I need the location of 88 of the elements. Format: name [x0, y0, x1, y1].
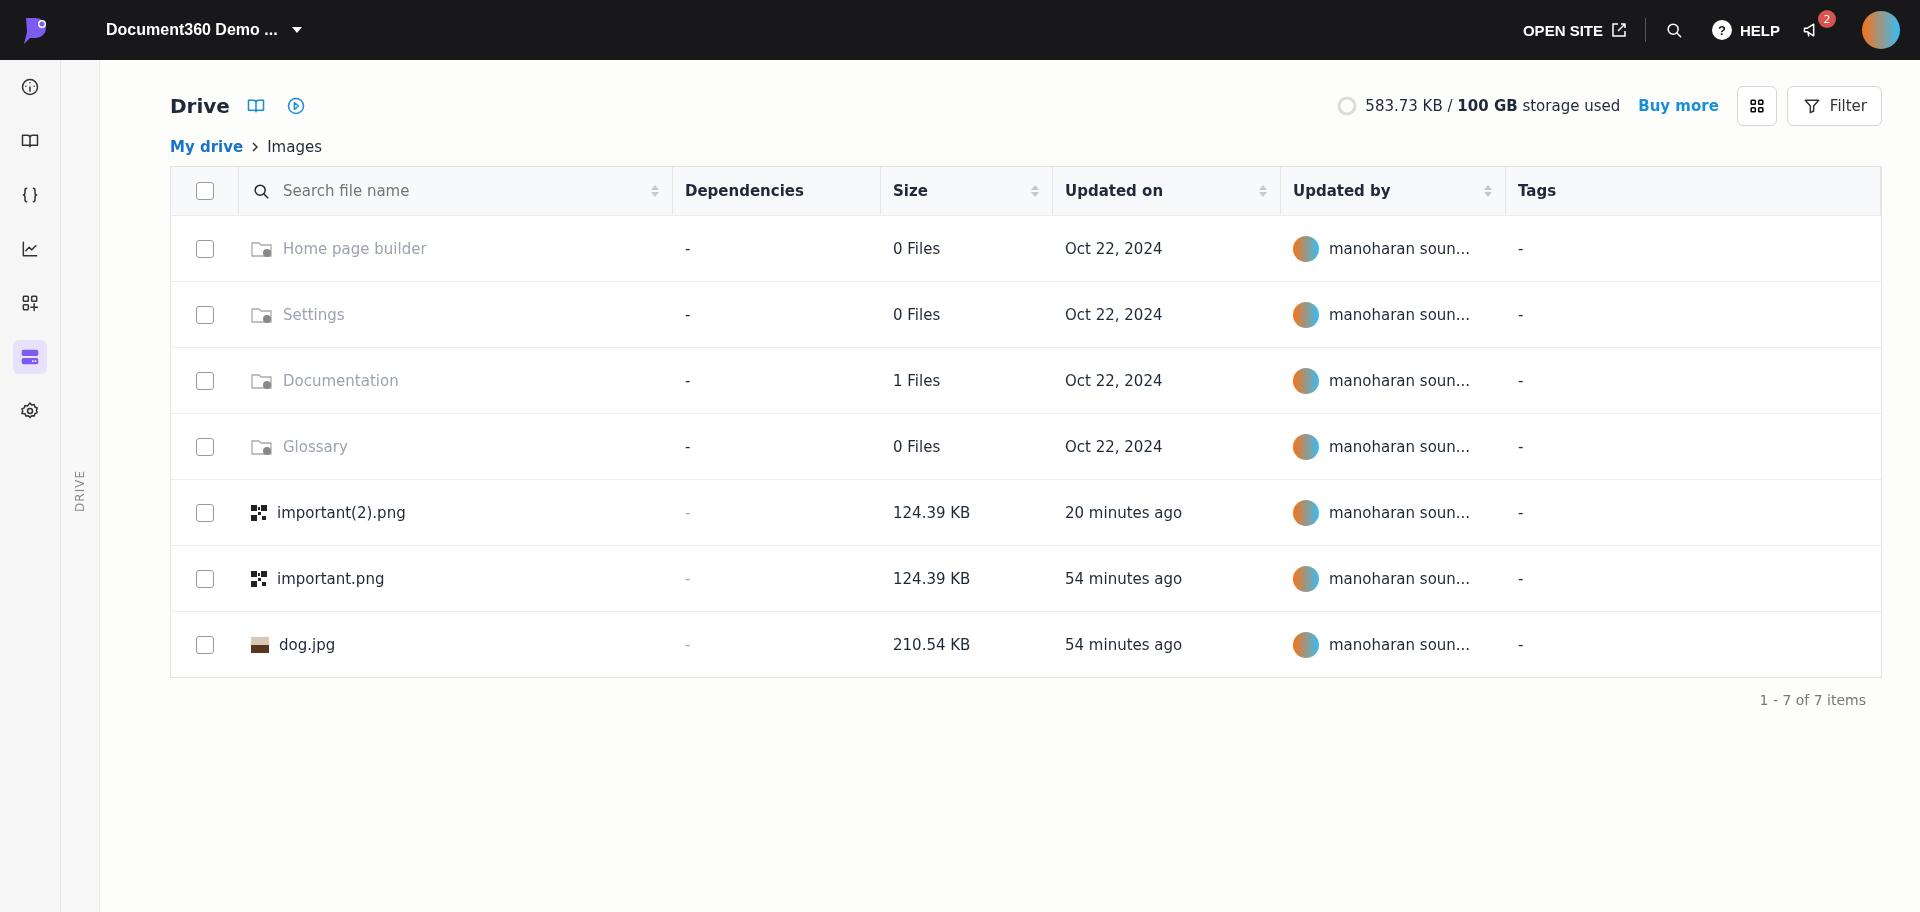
search-icon [251, 181, 271, 201]
table-cell: Oct 22, 2024 [1065, 371, 1163, 390]
row-checkbox[interactable] [196, 635, 214, 654]
table-cell: - [685, 569, 691, 588]
table-cell: - [685, 239, 691, 258]
table-cell: 210.54 KB [893, 635, 971, 654]
photo-thumbnail [251, 636, 269, 653]
breadcrumb-link[interactable]: My drive [170, 138, 244, 156]
table-cell: 20 minutes ago [1065, 503, 1183, 522]
table-cell: 54 minutes ago [1065, 569, 1183, 588]
chevron-icon [251, 141, 260, 153]
table-cell: - [1518, 437, 1524, 456]
search-icon[interactable] [1664, 20, 1684, 40]
table-cell: 0 Files [893, 305, 941, 324]
user-avatar [1293, 367, 1319, 394]
pagination-text: 1 - 7 of 7 items [1759, 692, 1866, 708]
row-checkbox[interactable] [196, 371, 214, 390]
user-avatar [1293, 235, 1319, 262]
table-cell: 1 Files [893, 371, 941, 390]
external-link-icon [1611, 22, 1627, 38]
user-avatar [1293, 499, 1319, 526]
table-cell: Oct 22, 2024 [1065, 437, 1163, 456]
user-avatar [1293, 301, 1319, 328]
table-cell: manoharan soun... [1329, 569, 1471, 588]
table-cell: manoharan soun... [1329, 371, 1471, 390]
table-cell: 124.39 KB [893, 503, 971, 522]
table-cell: - [685, 371, 691, 390]
table-cell: - [685, 635, 691, 654]
grid-view-button[interactable] [1736, 86, 1777, 126]
table-cell: 0 Files [893, 239, 941, 258]
qr-image-thumbnail [251, 504, 267, 521]
folder-lock-icon [251, 239, 273, 258]
table-cell: 124.39 KB [893, 569, 971, 588]
table-cell: - [685, 437, 691, 456]
file-name[interactable]: important(2).png [277, 503, 406, 522]
row-checkbox[interactable] [196, 503, 214, 522]
column-header[interactable]: Size [893, 182, 928, 200]
breadcrumb-current: Images [267, 138, 322, 156]
page-title: Drive [170, 94, 230, 118]
help-icon: ? [1712, 20, 1732, 40]
column-header: Tags [1518, 182, 1557, 200]
table-cell: manoharan soun... [1329, 437, 1471, 456]
table-cell: - [1518, 371, 1524, 390]
row-checkbox[interactable] [196, 239, 214, 258]
drive-icon[interactable] [12, 340, 47, 374]
user-avatar [1293, 631, 1319, 658]
project-dropdown[interactable]: Document360 Demo ... [106, 21, 302, 39]
table-cell: Oct 22, 2024 [1065, 305, 1163, 324]
table-cell: - [1518, 635, 1524, 654]
table-cell: - [1518, 239, 1524, 258]
help-button[interactable]: ? HELP [1712, 20, 1780, 40]
table-cell: - [685, 503, 691, 522]
notification-badge: 2 [1818, 10, 1836, 28]
play-icon[interactable] [285, 96, 306, 116]
select-all-checkbox[interactable] [195, 182, 214, 200]
table-cell: - [1518, 503, 1524, 522]
table-cell: 0 Files [893, 437, 941, 456]
storage-used-text: 583.73 KB / 100 GB storage used [1365, 97, 1621, 115]
table-cell: manoharan soun... [1329, 503, 1471, 522]
panel-label: DRIVE [72, 470, 87, 512]
user-avatar [1293, 433, 1319, 460]
caret-icon [291, 27, 302, 33]
file-name[interactable]: important.png [277, 569, 385, 588]
column-header[interactable]: Updated on [1065, 182, 1164, 200]
user-avatar[interactable] [1862, 11, 1900, 49]
table-cell: manoharan soun... [1329, 635, 1471, 654]
user-avatar [1293, 565, 1319, 592]
table-cell: manoharan soun... [1329, 239, 1471, 258]
search-field[interactable]: Search file name [281, 181, 565, 201]
open-site-link[interactable]: OPEN SITE [1522, 21, 1627, 39]
row-checkbox[interactable] [196, 305, 214, 324]
qr-image-thumbnail [251, 570, 267, 587]
column-header[interactable]: Updated by [1293, 182, 1391, 200]
folder-lock-icon [251, 371, 273, 390]
folder-lock-icon [251, 305, 273, 324]
table-cell: - [1518, 305, 1524, 324]
row-checkbox[interactable] [196, 569, 214, 588]
file-name[interactable]: dog.jpg [279, 635, 336, 654]
table-cell: manoharan soun... [1329, 305, 1471, 324]
folder-lock-icon [251, 437, 273, 456]
row-checkbox[interactable] [196, 437, 214, 456]
table-cell: - [685, 305, 691, 324]
table-cell: Oct 22, 2024 [1065, 239, 1163, 258]
table-cell: - [1518, 569, 1524, 588]
storage-ring-icon [1337, 96, 1358, 116]
table-cell: 54 minutes ago [1065, 635, 1183, 654]
column-header: Dependencies [685, 182, 804, 200]
filter-button[interactable]: Filter [1786, 86, 1882, 126]
